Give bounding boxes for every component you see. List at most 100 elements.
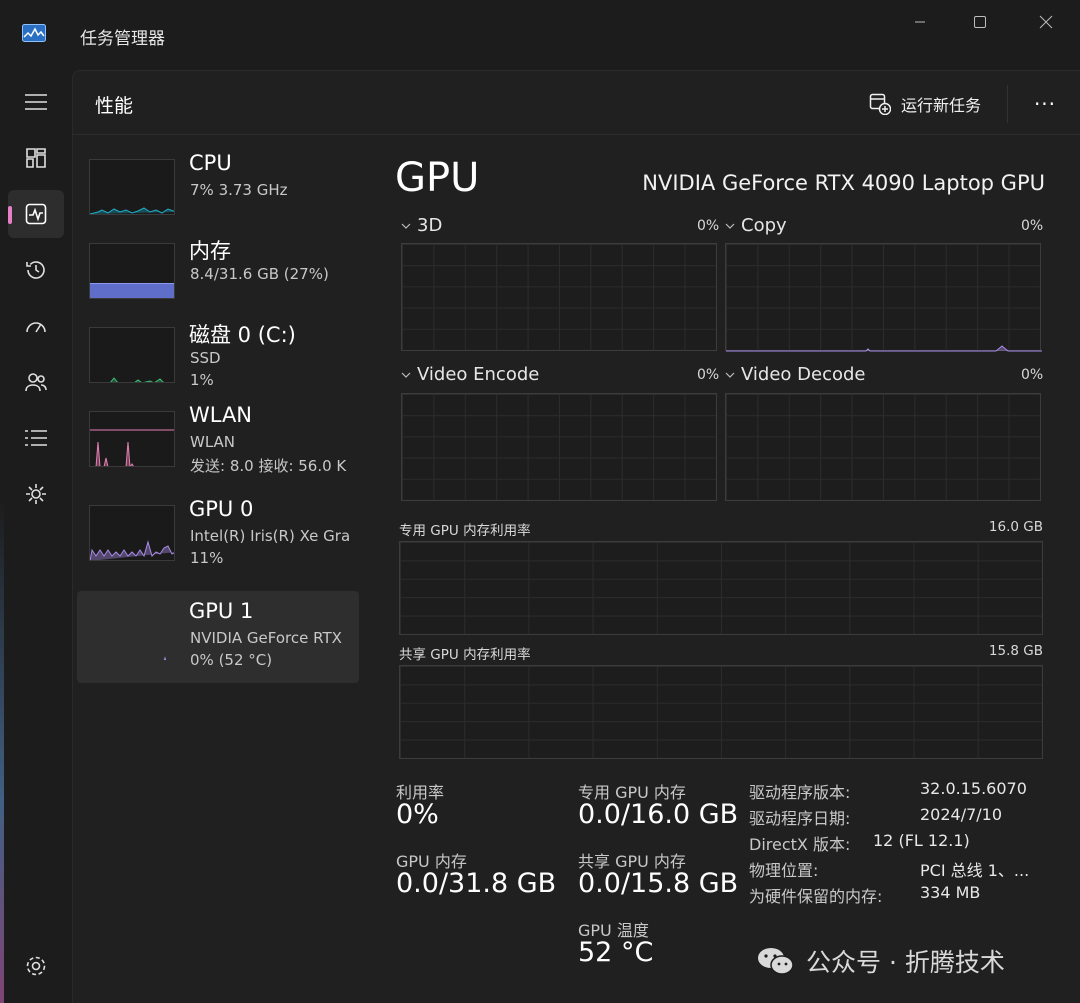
- run-new-task-label: 运行新任务: [901, 96, 982, 115]
- engine-copy-dropdown[interactable]: Copy: [725, 215, 787, 236]
- driver-version-key: 驱动程序版本:: [749, 783, 851, 802]
- header-divider: [1007, 85, 1008, 123]
- nav-settings[interactable]: [8, 942, 64, 990]
- physical-location-key: 物理位置:: [749, 861, 819, 880]
- device-usage: 1%: [190, 371, 214, 389]
- device-usage: 11%: [190, 549, 224, 567]
- watermark: 公众号 · 折腾技术: [756, 944, 1005, 978]
- run-new-task-button[interactable]: 运行新任务: [869, 91, 981, 117]
- device-item-memory[interactable]: 内存 8.4/31.6 GB (27%): [77, 235, 359, 327]
- memory-thumbnail-graph: [89, 243, 175, 299]
- device-item-wlan[interactable]: WLAN WLAN 发送: 8.0 接收: 56.0 K: [77, 403, 359, 495]
- close-icon: [1039, 15, 1053, 29]
- device-name: 磁盘 0 (C:): [189, 323, 296, 347]
- processes-icon: [26, 148, 46, 168]
- engine-copy-graph: [725, 243, 1042, 352]
- page-header: 性能 运行新任务 ···: [73, 71, 1080, 135]
- engine-3d-dropdown[interactable]: 3D: [401, 215, 442, 236]
- physical-location-value: PCI 总线 1、...: [920, 861, 1030, 880]
- dedicated-memory-graph: [399, 541, 1043, 635]
- minimize-icon: [915, 21, 925, 23]
- device-detail: WLAN: [190, 433, 236, 451]
- nav-app-history[interactable]: [8, 246, 64, 294]
- device-name: GPU 1: [189, 599, 254, 623]
- gpu0-thumbnail-graph: [89, 505, 175, 561]
- nav-startup-apps[interactable]: [8, 302, 64, 350]
- gpu-detail-panel: GPU NVIDIA GeForce RTX 4090 Laptop GPU 3…: [391, 135, 1051, 1003]
- engine-percent: 0%: [1021, 367, 1044, 383]
- window-edge-glow: [0, 500, 4, 1003]
- maximize-button[interactable]: [958, 8, 1002, 36]
- details-icon: [25, 430, 47, 446]
- minimize-button[interactable]: [898, 8, 942, 36]
- nav-performance[interactable]: [8, 190, 64, 238]
- maximize-icon: [974, 16, 986, 28]
- nav-services[interactable]: [8, 470, 64, 518]
- engine-name: Copy: [741, 215, 787, 236]
- engine-percent: 0%: [697, 218, 720, 234]
- device-detail: 8.4/31.6 GB (27%): [190, 265, 329, 283]
- engine-percent: 0%: [1021, 218, 1044, 234]
- driver-date-key: 驱动程序日期:: [749, 809, 851, 828]
- task-manager-app-icon: [22, 24, 46, 42]
- title-bar: 任务管理器: [0, 0, 1080, 70]
- gpu-model-name: NVIDIA GeForce RTX 4090 Laptop GPU: [642, 171, 1045, 195]
- device-detail: NVIDIA GeForce RTX: [190, 629, 342, 647]
- navigation-rail: [0, 70, 72, 1003]
- window-title: 任务管理器: [80, 29, 165, 49]
- users-icon: [25, 373, 47, 392]
- device-item-disk-0[interactable]: 磁盘 0 (C:) SSD 1%: [77, 319, 359, 411]
- services-icon: [26, 484, 46, 504]
- nav-details[interactable]: [8, 414, 64, 462]
- device-detail: Intel(R) Iris(R) Xe Gra: [190, 527, 351, 545]
- dedicated-memory-max: 16.0 GB: [988, 519, 1043, 535]
- dedicated-gpu-memory-value: 0.0/16.0 GB: [578, 799, 739, 830]
- device-throughput: 发送: 8.0 接收: 56.0 K: [190, 457, 347, 475]
- chevron-down-icon: [401, 223, 411, 229]
- driver-version-value: 32.0.15.6070: [920, 779, 1027, 798]
- hamburger-menu-button[interactable]: [8, 78, 64, 126]
- shared-memory-label: 共享 GPU 内存利用率: [399, 647, 531, 663]
- utilization-value: 0%: [396, 799, 439, 830]
- device-name: GPU 0: [189, 497, 254, 521]
- device-name: WLAN: [189, 403, 253, 427]
- disk-thumbnail-graph: [89, 327, 175, 383]
- nav-processes[interactable]: [8, 134, 64, 182]
- engine-name: Video Encode: [417, 364, 540, 385]
- device-usage: 0% (52 °C): [190, 651, 273, 669]
- run-new-task-icon: [869, 93, 891, 115]
- chevron-down-icon: [725, 372, 735, 378]
- page-title: 性能: [95, 95, 134, 117]
- device-detail: SSD: [190, 349, 221, 367]
- content-pane: 性能 运行新任务 ··· CPU 7% 3.73 GHz 内存 8.4/31.6…: [72, 70, 1080, 1003]
- more-options-button[interactable]: ···: [1025, 89, 1065, 119]
- device-item-gpu-0[interactable]: GPU 0 Intel(R) Iris(R) Xe Gra 11%: [77, 497, 359, 589]
- engine-name: Video Decode: [741, 364, 866, 385]
- dedicated-memory-label: 专用 GPU 内存利用率: [399, 523, 531, 539]
- device-detail: 7% 3.73 GHz: [190, 181, 288, 199]
- startup-apps-icon: [26, 322, 46, 333]
- nav-users[interactable]: [8, 358, 64, 406]
- performance-icon: [25, 203, 47, 225]
- device-name: 内存: [189, 239, 231, 263]
- engine-name: 3D: [417, 215, 443, 236]
- gpu-memory-value: 0.0/31.8 GB: [396, 868, 557, 899]
- gpu1-thumbnail-graph: [89, 605, 175, 661]
- directx-version-key: DirectX 版本:: [749, 835, 851, 854]
- device-item-gpu-1[interactable]: GPU 1 NVIDIA GeForce RTX 0% (52 °C): [77, 591, 359, 683]
- device-name: CPU: [189, 151, 232, 175]
- close-button[interactable]: [1024, 8, 1068, 36]
- hardware-reserved-memory-value: 334 MB: [920, 883, 981, 902]
- hamburger-menu-icon: [25, 94, 47, 110]
- shared-memory-max: 15.8 GB: [988, 643, 1043, 659]
- shared-memory-graph: [399, 665, 1043, 759]
- hardware-reserved-memory-key: 为硬件保留的内存:: [749, 887, 883, 906]
- engine-video-encode-dropdown[interactable]: Video Encode: [401, 364, 539, 385]
- gpu-temperature-value: 52 °C: [578, 937, 654, 968]
- device-item-cpu[interactable]: CPU 7% 3.73 GHz: [77, 151, 359, 243]
- engine-percent: 0%: [697, 367, 720, 383]
- engine-video-decode-dropdown[interactable]: Video Decode: [725, 364, 866, 385]
- engine-video-encode-graph: [401, 393, 717, 501]
- shared-gpu-memory-value: 0.0/15.8 GB: [578, 868, 739, 899]
- cpu-thumbnail-graph: [89, 159, 175, 215]
